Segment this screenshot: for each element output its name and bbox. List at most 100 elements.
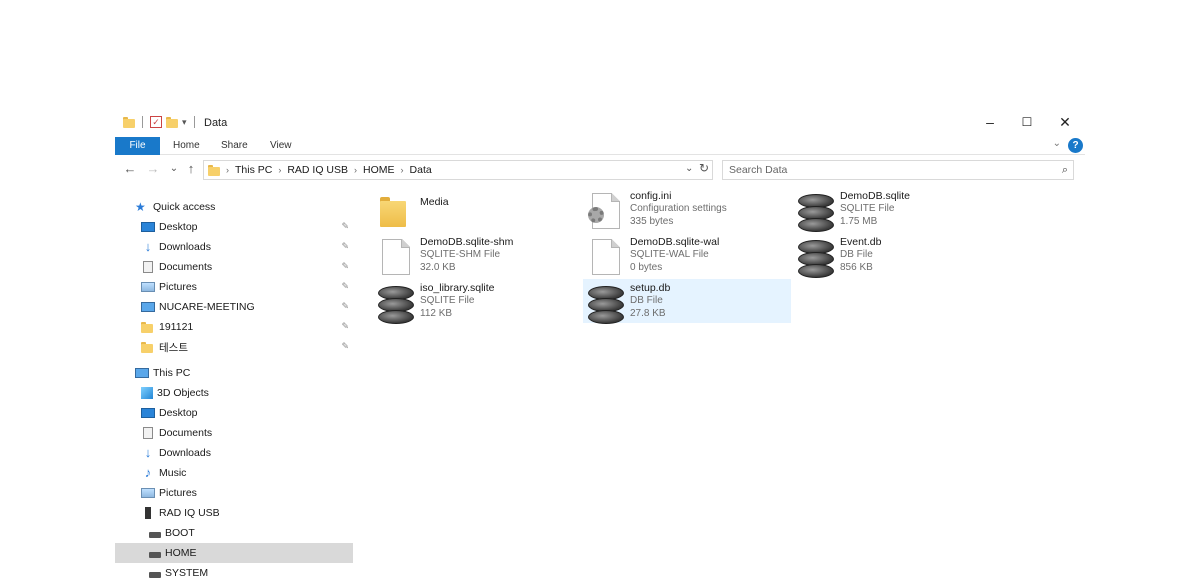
sidebar-item-desktop[interactable]: Desktop ✎ [115,217,353,237]
this-pc-icon [135,368,149,378]
close-button[interactable]: ✕ [1046,109,1084,137]
search-box[interactable]: Search Data ⌕ [722,160,1074,180]
file-type: SQLITE-SHM File [420,249,501,260]
file-explorer-window: ✓ ▾ Data – ☐ ✕ File Home Share View ⌄ ? … [115,109,1085,582]
file-tile-media[interactable]: Media [373,187,581,231]
search-icon[interactable]: ⌕ [1062,161,1068,179]
pin-icon[interactable]: ✎ [341,341,349,352]
folder-icon [208,164,220,176]
file-name: Event.db [840,236,882,248]
minimize-button[interactable]: – [971,109,1009,137]
pin-icon[interactable]: ✎ [341,281,349,292]
file-tile-demodb-sqlite-shm[interactable]: DemoDB.sqlite-shm SQLITE-SHM File 32.0 K… [373,233,581,277]
file-tile-iso-library-sqlite[interactable]: iso_library.sqlite SQLITE File 112 KB [373,279,581,324]
sidebar-item-system[interactable]: SYSTEM [115,563,353,583]
file-size: 32.0 KB [420,262,456,273]
file-type: SQLITE-WAL File [630,249,709,260]
file-size: 112 KB [420,308,453,319]
sidebar-item-label: Desktop [159,221,198,233]
tab-share[interactable]: Share [221,137,248,155]
breadcrumb-separator[interactable]: › [401,165,404,175]
sidebar-item-label: Documents [159,427,213,439]
address-history-dropdown[interactable]: ⌄ [685,163,693,174]
sidebar-this-pc[interactable]: This PC [115,363,353,383]
pin-icon[interactable]: ✎ [341,241,349,252]
sidebar-item-label: Downloads [159,241,211,253]
file-tile-event-db[interactable]: Event.db DB File 856 KB [793,233,1001,278]
sidebar-item-documents-pc[interactable]: Documents [115,423,353,443]
pin-icon[interactable]: ✎ [341,321,349,332]
sidebar-item-nucare-meeting[interactable]: NUCARE-MEETING ✎ [115,297,353,317]
breadcrumb-data[interactable]: Data [410,164,432,176]
star-icon: ★ [135,200,146,214]
sidebar-item-pictures-pc[interactable]: Pictures [115,483,353,503]
sidebar-item-label: This PC [153,367,191,379]
sidebar-item-3d-objects[interactable]: 3D Objects [115,383,353,403]
tab-file[interactable]: File [115,137,160,155]
tab-home[interactable]: Home [173,137,200,155]
expand-ribbon-icon[interactable]: ⌄ [1053,138,1061,149]
drive-icon [149,572,161,578]
new-folder-icon[interactable] [166,116,178,128]
file-name: setup.db [630,282,671,294]
sidebar-item-rad-iq-usb[interactable]: RAD IQ USB [115,503,353,523]
sidebar-item-home[interactable]: HOME [115,543,353,563]
sidebar-item-documents[interactable]: Documents ✎ [115,257,353,277]
folder-icon [141,341,155,353]
sidebar-item-music[interactable]: ♪ Music [115,463,353,483]
ribbon-tabs: File Home Share View ⌄ ? [115,137,1085,155]
sidebar-item-desktop-pc[interactable]: Desktop [115,403,353,423]
documents-icon [143,261,153,273]
sidebar-item-downloads-pc[interactable]: ↓ Downloads [115,443,353,463]
refresh-button[interactable]: ↻ [699,161,709,175]
help-icon[interactable]: ? [1068,138,1083,153]
file-tile-demodb-sqlite-wal[interactable]: DemoDB.sqlite-wal SQLITE-WAL File 0 byte… [583,233,791,277]
address-bar[interactable]: › This PC › RAD IQ USB › HOME › Data [203,160,713,180]
pin-icon[interactable]: ✎ [341,221,349,232]
music-icon: ♪ [144,465,152,480]
sidebar-item-label: Music [159,467,187,479]
properties-icon[interactable]: ✓ [150,116,162,128]
blank-file-icon [376,237,414,275]
sidebar-item-test-folder[interactable]: 테스트 ✎ [115,337,353,357]
forward-button[interactable]: → [144,161,162,176]
pin-icon[interactable]: ✎ [341,261,349,272]
sidebar-item-191121[interactable]: 191121 ✎ [115,317,353,337]
network-pc-icon [141,302,155,312]
recent-locations-button[interactable]: ⌄ [165,163,183,174]
pin-icon[interactable]: ✎ [341,301,349,312]
drive-icon [149,532,161,538]
title-bar: ✓ ▾ Data – ☐ ✕ [115,109,1085,137]
back-button[interactable]: ← [121,161,139,176]
breadcrumb-home[interactable]: HOME [363,164,395,176]
up-button[interactable]: ↑ [182,161,200,176]
file-type: SQLITE File [420,295,475,306]
file-tile-demodb-sqlite[interactable]: DemoDB.sqlite SQLITE File 1.75 MB [793,187,1001,232]
sidebar-item-pictures[interactable]: Pictures ✎ [115,277,353,297]
usb-drive-icon [145,507,151,519]
desktop-icon [141,222,155,232]
breadcrumb-this-pc[interactable]: This PC [235,164,272,176]
file-tile-config-ini[interactable]: config.ini Configuration settings 335 by… [583,187,791,231]
breadcrumb-separator[interactable]: › [278,165,281,175]
sidebar-item-label: Downloads [159,447,211,459]
file-size: 335 bytes [630,216,674,227]
pictures-icon [141,282,155,292]
search-input[interactable]: Search Data [729,164,787,176]
downloads-icon: ↓ [144,239,152,254]
customize-toolbar-icon[interactable]: ▾ [182,117,187,128]
drive-icon [149,552,161,558]
sidebar-item-downloads[interactable]: ↓ Downloads ✎ [115,237,353,257]
sidebar-item-boot[interactable]: BOOT [115,523,353,543]
database-icon [586,283,624,324]
maximize-button[interactable]: ☐ [1008,109,1046,137]
file-type: Configuration settings [630,203,727,214]
sidebar-item-label: Documents [159,261,213,273]
breadcrumb-rad-iq-usb[interactable]: RAD IQ USB [287,164,348,176]
sidebar-item-label: 테스트 [159,341,188,354]
breadcrumb-separator[interactable]: › [354,165,357,175]
tab-view[interactable]: View [270,137,292,155]
file-tile-setup-db[interactable]: setup.db DB File 27.8 KB [583,279,791,324]
sidebar-quick-access[interactable]: ★ Quick access [115,197,353,217]
sidebar-item-label: Quick access [153,201,216,213]
